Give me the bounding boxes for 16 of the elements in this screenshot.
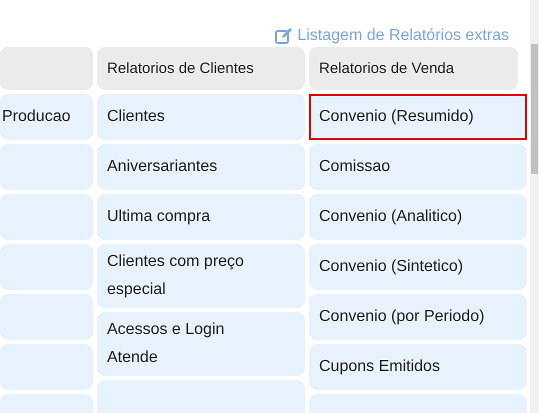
report-item[interactable]: Producao [0, 94, 93, 140]
report-item[interactable]: Convenio (Sintetico) [309, 244, 527, 290]
edit-icon [275, 28, 294, 44]
report-item[interactable]: Clientes [97, 94, 305, 140]
report-item[interactable]: Convenio (Resumido) [309, 94, 527, 140]
scrollbar[interactable] [530, 0, 539, 413]
report-item[interactable]: Cupons Emitidos [309, 344, 527, 390]
column-header: Relatorios de Clientes [97, 47, 305, 90]
report-item[interactable]: Convenio (Analitico) [309, 194, 527, 240]
report-item[interactable]: Convenio (por Periodo) [309, 294, 527, 340]
report-item[interactable]: Clientes com preço especial [97, 244, 305, 308]
column-header: Relatorios de Venda [309, 47, 518, 90]
report-item[interactable]: Comissao [309, 144, 527, 190]
report-item[interactable]: Aniversariantes [97, 144, 305, 190]
report-item[interactable]: Acessos e Login Atende [97, 312, 305, 376]
report-item[interactable]: Ultima compra [97, 194, 305, 240]
